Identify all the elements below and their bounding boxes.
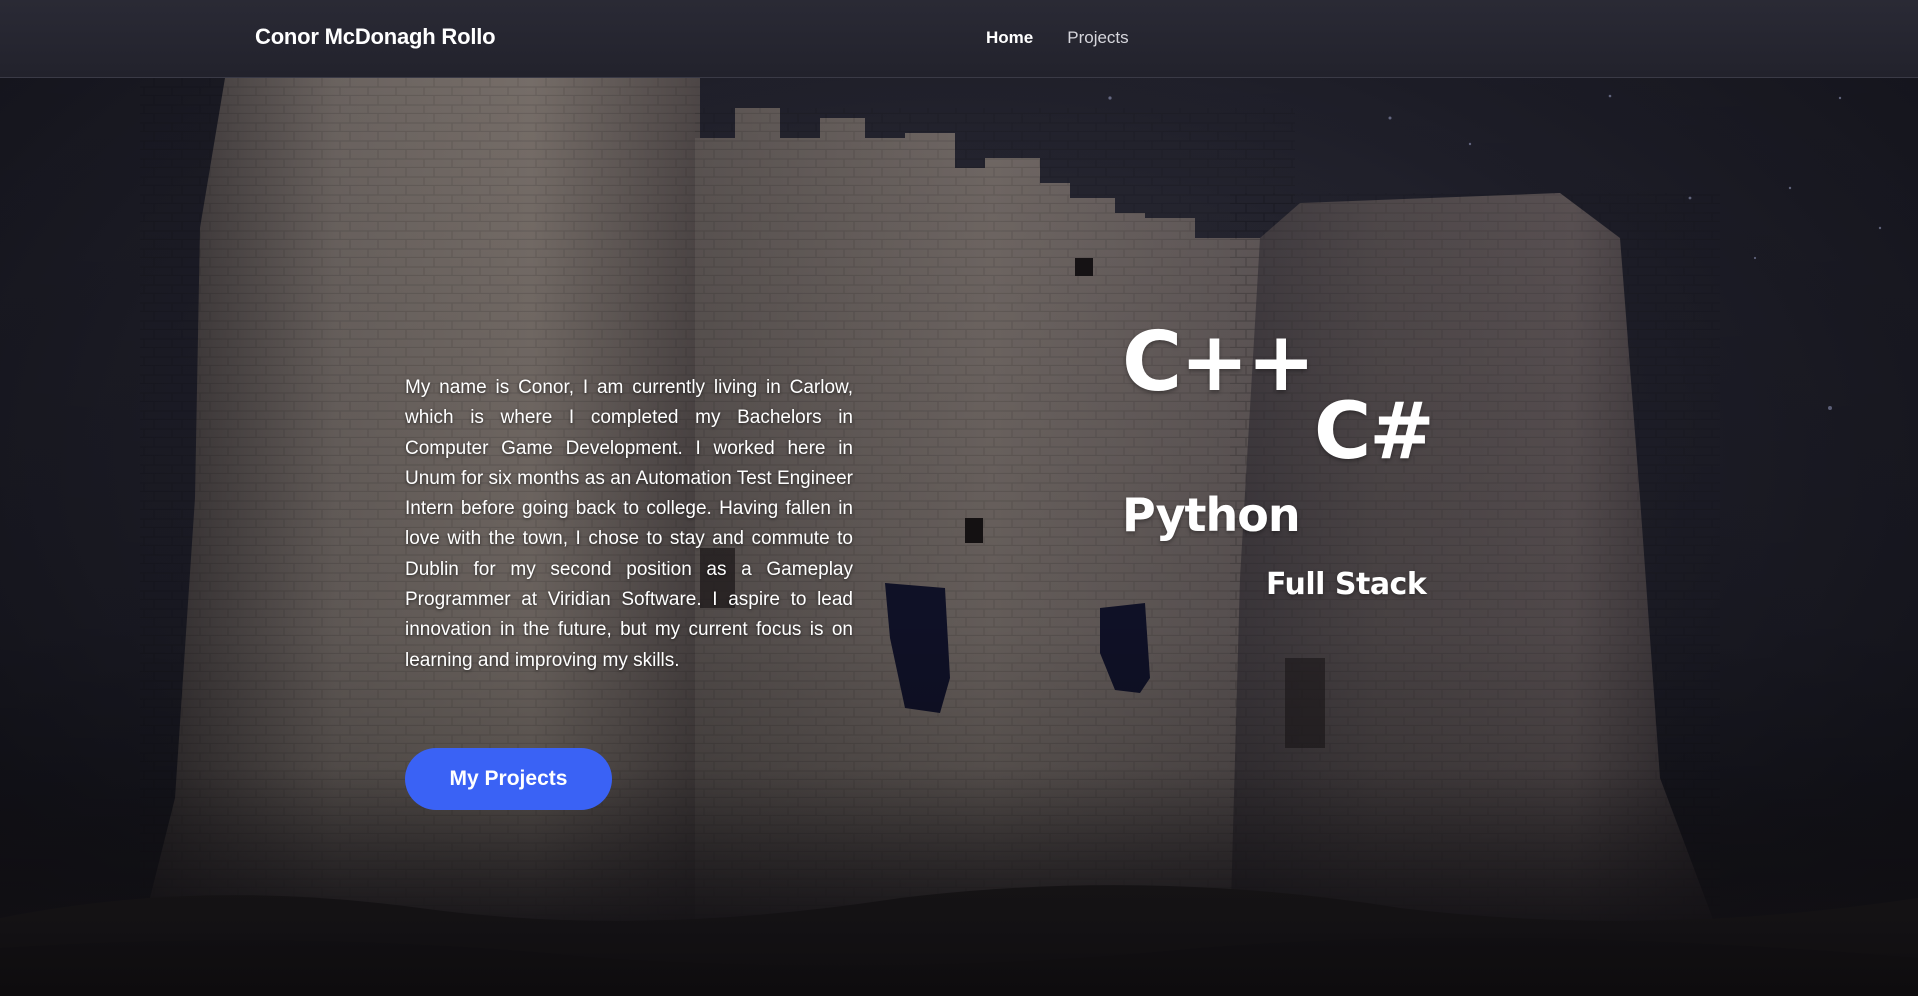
nav-links: Home Projects [986,28,1129,48]
hero-section [0,78,1918,996]
skill-python: Python [1122,488,1301,542]
about-paragraph: My name is Conor, I am currently living … [405,377,853,671]
skill-csharp: C# [1314,387,1435,477]
nav-link-projects[interactable]: Projects [1067,28,1128,48]
site-brand[interactable]: Conor McDonagh Rollo [255,24,496,50]
top-navbar: Conor McDonagh Rollo Home Projects [0,0,1918,78]
skill-full-stack: Full Stack [1266,567,1427,602]
castle-background-image [0,78,1918,996]
nav-link-home[interactable]: Home [986,28,1033,48]
my-projects-button[interactable]: My Projects [405,748,612,810]
skill-cpp: C++ [1122,315,1316,410]
page: Conor McDonagh Rollo Home Projects My na… [0,0,1918,996]
